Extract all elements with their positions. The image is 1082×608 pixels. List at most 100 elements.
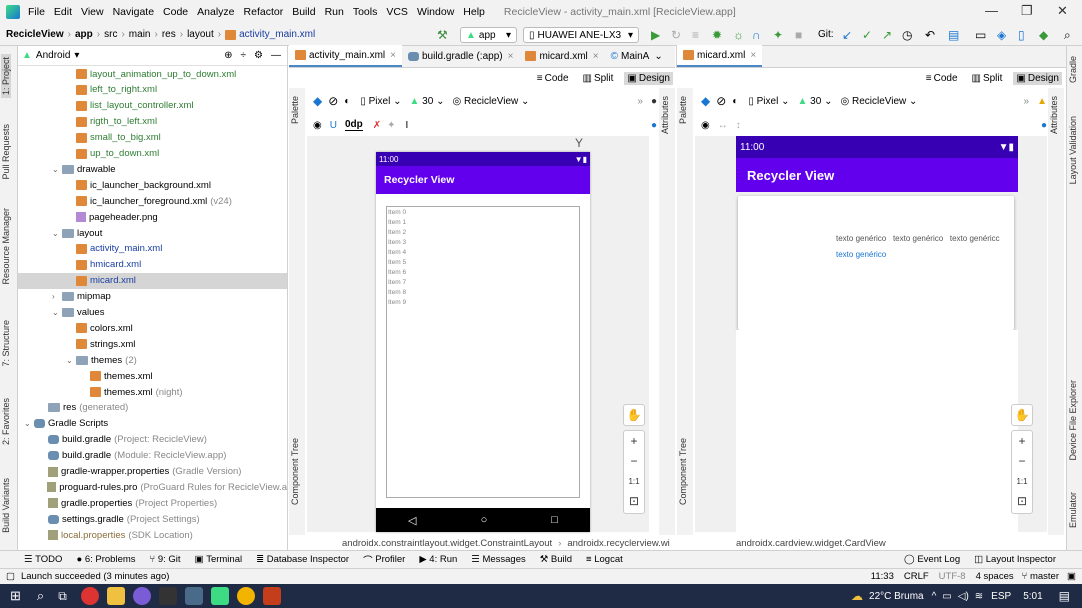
search-icon[interactable]: ⌕: [37, 588, 44, 604]
pan-control[interactable]: ✋: [1011, 404, 1033, 426]
more-icon[interactable]: »: [1024, 96, 1030, 107]
menu-window[interactable]: Window: [417, 6, 454, 18]
recycler-item[interactable]: Item 9: [387, 298, 579, 308]
tree-item[interactable]: layout_animation_up_to_down.xml: [18, 66, 287, 82]
crumb-src[interactable]: src: [104, 29, 117, 40]
app-icon[interactable]: [158, 587, 177, 605]
tree-item[interactable]: gradle-wrapper.properties (Gradle Version…: [18, 464, 287, 480]
structure-tool-tab[interactable]: 7: Structure: [1, 320, 11, 367]
design-mode-button[interactable]: ▣ Design: [624, 71, 673, 85]
menu-run[interactable]: Run: [325, 6, 344, 18]
tree-item[interactable]: ic_launcher_foreground.xml (v24): [18, 193, 287, 209]
close-tab-icon[interactable]: ×: [593, 51, 599, 62]
menu-edit[interactable]: Edit: [54, 6, 72, 18]
recycler-item[interactable]: Item 4: [387, 248, 579, 258]
phone-preview-right[interactable]: 11:00 ▼▮ Recycler View texto genérico te…: [736, 136, 1018, 532]
device-file-explorer-tool-tab[interactable]: Device File Explorer: [1068, 380, 1078, 461]
crumb-app[interactable]: app: [75, 29, 93, 40]
tree-item[interactable]: hmicard.xml: [18, 257, 287, 273]
chevron-down-icon[interactable]: ▾: [74, 50, 79, 61]
tree-item[interactable]: build.gradle (Project: RecicleView): [18, 432, 287, 448]
pixel-device-select[interactable]: ▯ Pixel ⌄: [360, 96, 401, 107]
pull-requests-tool-tab[interactable]: Pull Requests: [1, 124, 11, 180]
recycler-item[interactable]: Item 3: [387, 238, 579, 248]
tree-item[interactable]: res (generated): [18, 400, 287, 416]
tree-item[interactable]: ⌄ themes (2): [18, 352, 287, 368]
tree-item[interactable]: colors.xml: [18, 320, 287, 336]
attributes-tool-tab[interactable]: Attributes: [660, 96, 670, 134]
menu-code[interactable]: Code: [163, 6, 188, 18]
zoom-out-icon[interactable]: −: [1012, 451, 1032, 471]
stop-square-icon[interactable]: ■: [795, 28, 802, 42]
pan-control[interactable]: ✋: [623, 404, 645, 426]
path-cardview[interactable]: androidx.cardview.widget.CardView: [736, 538, 886, 549]
component-tree-tool-tab[interactable]: Component Tree: [290, 438, 300, 505]
chevron-down-icon[interactable]: ⌄: [52, 165, 62, 174]
problems-tool-button[interactable]: ● 6: Problems: [76, 554, 135, 565]
split-mode-button[interactable]: ▥ Split: [969, 72, 1006, 85]
notifications-icon[interactable]: ▤: [1059, 589, 1070, 603]
close-tab-icon[interactable]: ×: [390, 50, 396, 61]
gradle-tool-tab[interactable]: Gradle: [1068, 56, 1078, 83]
tree-item[interactable]: up_to_down.xml: [18, 146, 287, 162]
git-tool-button[interactable]: ⑂ 9: Git: [150, 554, 181, 565]
git-commit-icon[interactable]: ✓: [862, 28, 872, 42]
opera-icon[interactable]: [80, 587, 99, 605]
chevron-down-icon[interactable]: ⌄: [52, 308, 62, 317]
discord-icon[interactable]: [132, 587, 151, 605]
crumb-main[interactable]: main: [129, 29, 151, 40]
api-level-select[interactable]: ▲ 30 ⌄: [797, 96, 832, 107]
terminal-tool-button[interactable]: ▣ Terminal: [195, 554, 243, 565]
line-separator[interactable]: CRLF: [904, 571, 929, 582]
fit-screen-icon[interactable]: ⊡: [1012, 491, 1032, 511]
theme-select[interactable]: ◎ RecicleView ⌄: [452, 96, 529, 107]
chevron-down-icon[interactable]: ⌄: [24, 419, 34, 428]
menu-vcs[interactable]: VCS: [386, 6, 408, 18]
help-icon[interactable]: ●: [651, 120, 657, 131]
weather-icon[interactable]: ☁: [851, 589, 863, 603]
blueprint-icon[interactable]: ⊘: [328, 94, 338, 108]
component-tree-tool-tab[interactable]: Component Tree: [678, 438, 688, 505]
tree-item[interactable]: ⌄ drawable: [18, 161, 287, 177]
resize-horizontal-icon[interactable]: ↔: [718, 120, 728, 131]
emulator-tool-tab[interactable]: Emulator: [1068, 492, 1078, 528]
globe-icon[interactable]: ⊕: [224, 50, 232, 61]
hand-icon[interactable]: ✋: [624, 405, 644, 425]
minimize-icon[interactable]: —: [985, 3, 998, 18]
android-studio-taskbar-icon[interactable]: [210, 587, 229, 605]
code-mode-button[interactable]: ≡ Code: [923, 72, 961, 85]
sdk-manager-icon[interactable]: ◈: [997, 28, 1006, 42]
profile-icon[interactable]: ☼: [733, 28, 744, 42]
path-recyclerview[interactable]: androidx.recyclerview.wi: [567, 538, 669, 549]
tree-item[interactable]: pageheader.png: [18, 209, 287, 225]
volume-icon[interactable]: ◁): [958, 591, 969, 602]
recycler-item[interactable]: Item 8: [387, 288, 579, 298]
file-explorer-icon[interactable]: [106, 587, 125, 605]
blueprint-icon[interactable]: ⊘: [716, 94, 726, 108]
recycler-item[interactable]: Item 0: [387, 208, 579, 218]
todo-tool-button[interactable]: ☰ TODO: [24, 554, 62, 565]
run-icon[interactable]: ▶: [651, 28, 660, 42]
layers-icon[interactable]: ◆: [701, 94, 710, 108]
chevron-right-icon[interactable]: ›: [52, 292, 62, 301]
tray-chevron-icon[interactable]: ^: [932, 591, 937, 602]
hammer-icon[interactable]: ⚒: [437, 28, 448, 42]
tree-item[interactable]: settings.gradle (Project Settings): [18, 511, 287, 527]
caret-position[interactable]: 11:33: [871, 571, 894, 582]
pixel-device-select[interactable]: ▯ Pixel ⌄: [748, 96, 789, 107]
event-log-tool-button[interactable]: ◯ Event Log: [904, 554, 960, 565]
tab-build-gradle[interactable]: build.gradle (:app) ×: [402, 45, 519, 67]
powerpoint-icon[interactable]: [262, 587, 281, 605]
git-update-icon[interactable]: ↙: [842, 28, 852, 42]
clear-constraints-icon[interactable]: ✗: [373, 120, 381, 131]
close-icon[interactable]: ✕: [1057, 3, 1068, 19]
weather-text[interactable]: 22°C Bruma: [869, 591, 924, 602]
palette-tool-tab[interactable]: Palette: [290, 96, 300, 124]
database-inspector-tool-button[interactable]: ≣ Database Inspector: [256, 554, 349, 565]
resize-vertical-icon[interactable]: ↕: [736, 120, 741, 131]
menu-help[interactable]: Help: [463, 6, 485, 18]
autoconnect-icon[interactable]: U: [330, 120, 337, 131]
close-tab-icon[interactable]: ×: [750, 50, 756, 61]
layout-inspector-icon[interactable]: ◆: [1039, 28, 1048, 42]
tab-micard-right[interactable]: micard.xml ×: [677, 45, 763, 67]
